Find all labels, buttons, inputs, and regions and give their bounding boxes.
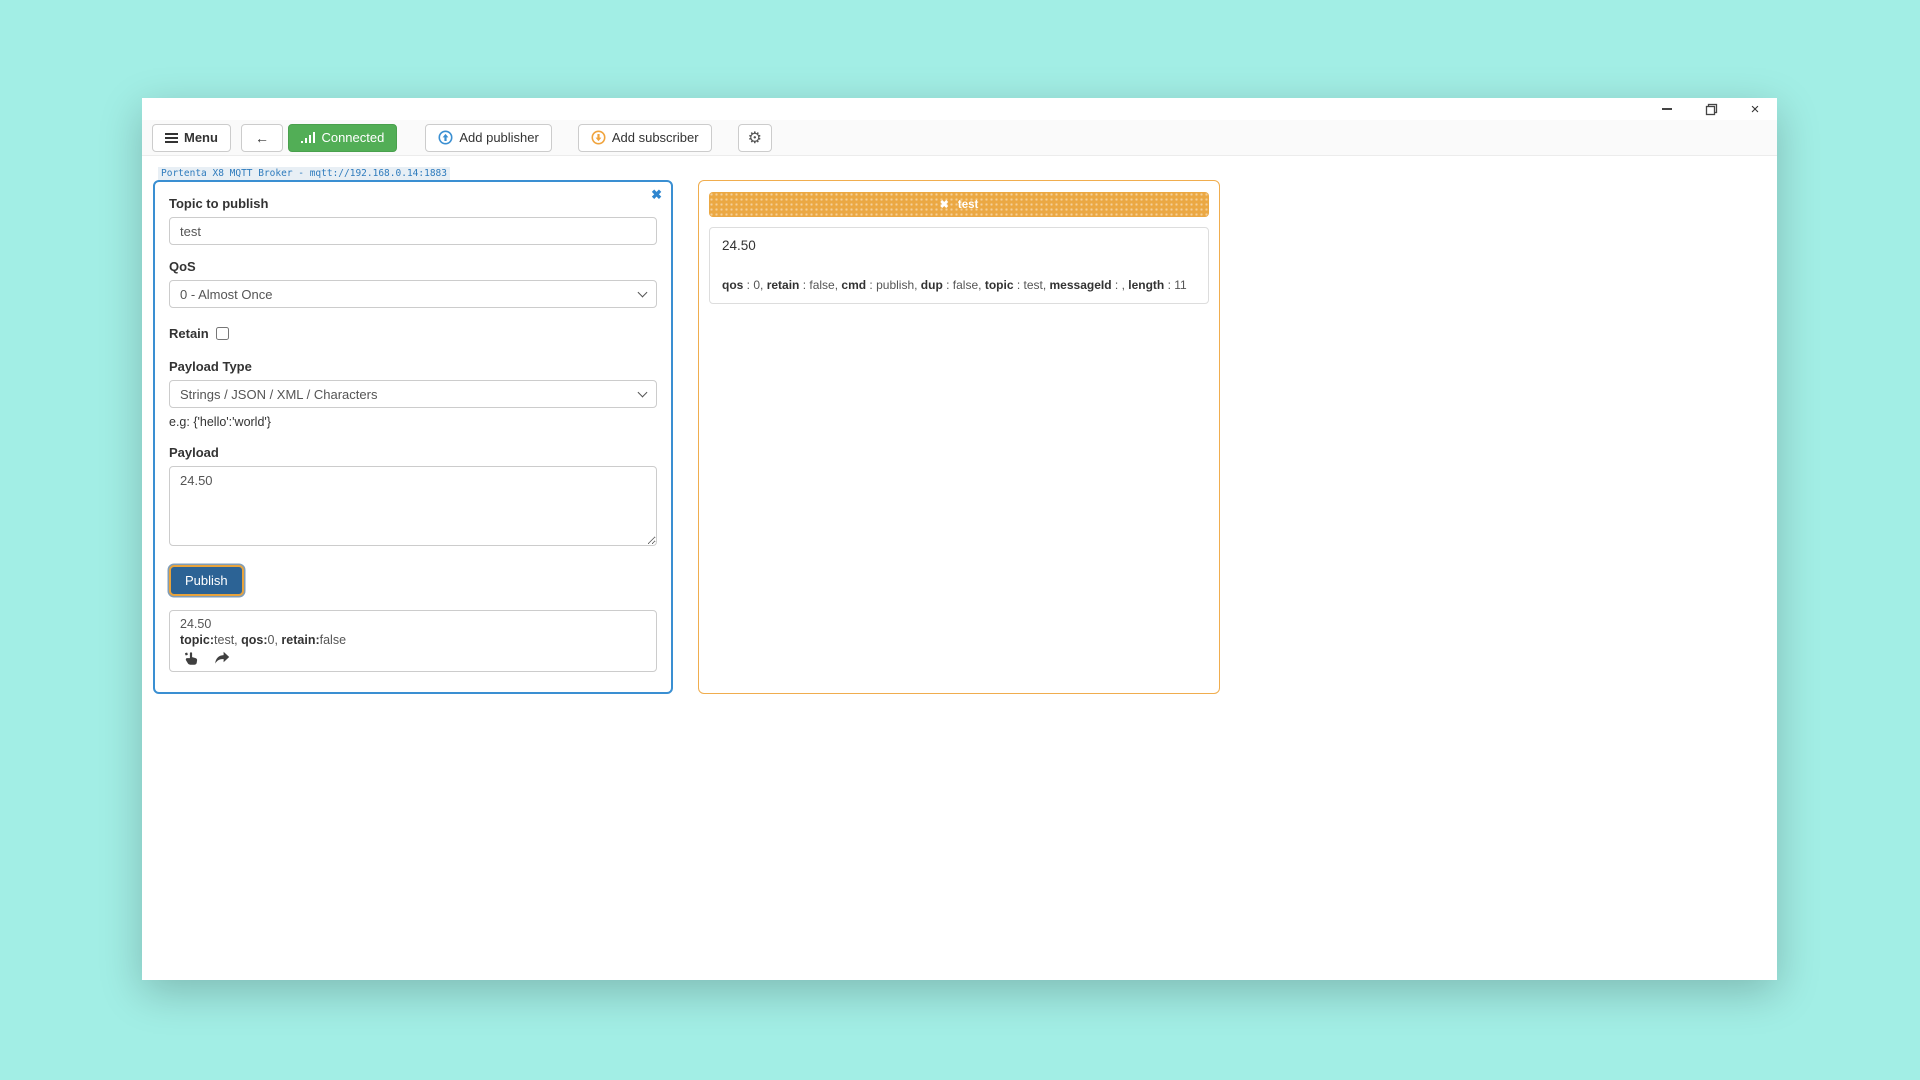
received-message-payload: 24.50 bbox=[722, 237, 1196, 254]
settings-button[interactable]: ⚙ bbox=[738, 124, 772, 152]
sent-message-actions bbox=[180, 651, 646, 666]
restore-icon bbox=[1705, 103, 1718, 116]
add-publisher-label: Add publisher bbox=[459, 130, 539, 145]
publisher-up-arrow-icon bbox=[438, 130, 453, 145]
received-message-meta: qos : 0, retain : false, cmd : publish, … bbox=[722, 278, 1196, 292]
panels-row: ✖ Topic to publish QoS 0 - Almost Once R… bbox=[142, 180, 1777, 694]
forward-share-icon[interactable] bbox=[214, 651, 230, 666]
sent-message-box: 24.50 topic:test, qos:0, retain:false bbox=[169, 610, 657, 672]
retain-label: Retain bbox=[169, 326, 209, 341]
broker-line: Portenta X8 MQTT Broker - mqtt://192.168… bbox=[158, 163, 1777, 176]
back-button[interactable]: ← bbox=[241, 124, 283, 152]
window-close-button[interactable]: × bbox=[1733, 98, 1777, 120]
subscription-topic-label: test bbox=[958, 199, 978, 211]
close-icon: × bbox=[1751, 102, 1760, 117]
received-message-card: 24.50 qos : 0, retain : false, cmd : pub… bbox=[709, 227, 1209, 304]
payload-hint: e.g: {'hello':'world'} bbox=[169, 415, 657, 429]
broker-link[interactable]: Portenta X8 MQTT Broker - mqtt://192.168… bbox=[158, 167, 450, 180]
publisher-close-icon[interactable]: ✖ bbox=[651, 187, 662, 203]
subscriber-panel: ✖ test 24.50 qos : 0, retain : false, cm… bbox=[698, 180, 1220, 694]
signal-bars-icon bbox=[301, 132, 316, 143]
qos-select-wrap: 0 - Almost Once bbox=[169, 280, 657, 308]
payload-type-select-wrap: Strings / JSON / XML / Characters bbox=[169, 380, 657, 408]
unsubscribe-icon[interactable]: ✖ bbox=[940, 198, 949, 211]
app-window: × Menu ← Connected Add publisher bbox=[142, 98, 1777, 980]
add-publisher-button[interactable]: Add publisher bbox=[425, 124, 552, 152]
window-titlebar: × bbox=[142, 98, 1777, 120]
payload-type-select[interactable]: Strings / JSON / XML / Characters bbox=[169, 380, 657, 408]
sent-message-payload: 24.50 bbox=[180, 617, 646, 632]
connected-status-button[interactable]: Connected bbox=[288, 124, 397, 152]
payload-label: Payload bbox=[169, 445, 657, 460]
connected-label: Connected bbox=[321, 130, 384, 145]
minimize-icon bbox=[1662, 108, 1672, 110]
payload-textarea[interactable]: 24.50 bbox=[169, 466, 657, 546]
retain-checkbox[interactable] bbox=[216, 327, 229, 340]
hamburger-icon bbox=[165, 133, 178, 143]
menu-button-label: Menu bbox=[184, 130, 218, 145]
back-arrow-icon: ← bbox=[255, 130, 269, 146]
window-restore-button[interactable] bbox=[1689, 98, 1733, 120]
topic-input[interactable] bbox=[169, 217, 657, 245]
subscriber-down-arrow-icon bbox=[591, 130, 606, 145]
qos-label: QoS bbox=[169, 259, 657, 274]
gear-icon: ⚙ bbox=[748, 128, 762, 148]
topic-label: Topic to publish bbox=[169, 196, 657, 211]
add-subscriber-button[interactable]: Add subscriber bbox=[578, 124, 712, 152]
subscription-header[interactable]: ✖ test bbox=[709, 192, 1209, 217]
retain-row: Retain bbox=[169, 326, 657, 341]
publish-button[interactable]: Publish bbox=[169, 565, 244, 596]
payload-type-label: Payload Type bbox=[169, 359, 657, 374]
main-toolbar: Menu ← Connected Add publisher Add subsc… bbox=[142, 120, 1777, 156]
add-subscriber-label: Add subscriber bbox=[612, 130, 699, 145]
publisher-panel: ✖ Topic to publish QoS 0 - Almost Once R… bbox=[153, 180, 673, 694]
republish-hand-icon[interactable] bbox=[184, 651, 200, 666]
window-minimize-button[interactable] bbox=[1645, 98, 1689, 120]
menu-button[interactable]: Menu bbox=[152, 124, 231, 152]
sent-message-meta: topic:test, qos:0, retain:false bbox=[180, 632, 646, 648]
qos-select[interactable]: 0 - Almost Once bbox=[169, 280, 657, 308]
